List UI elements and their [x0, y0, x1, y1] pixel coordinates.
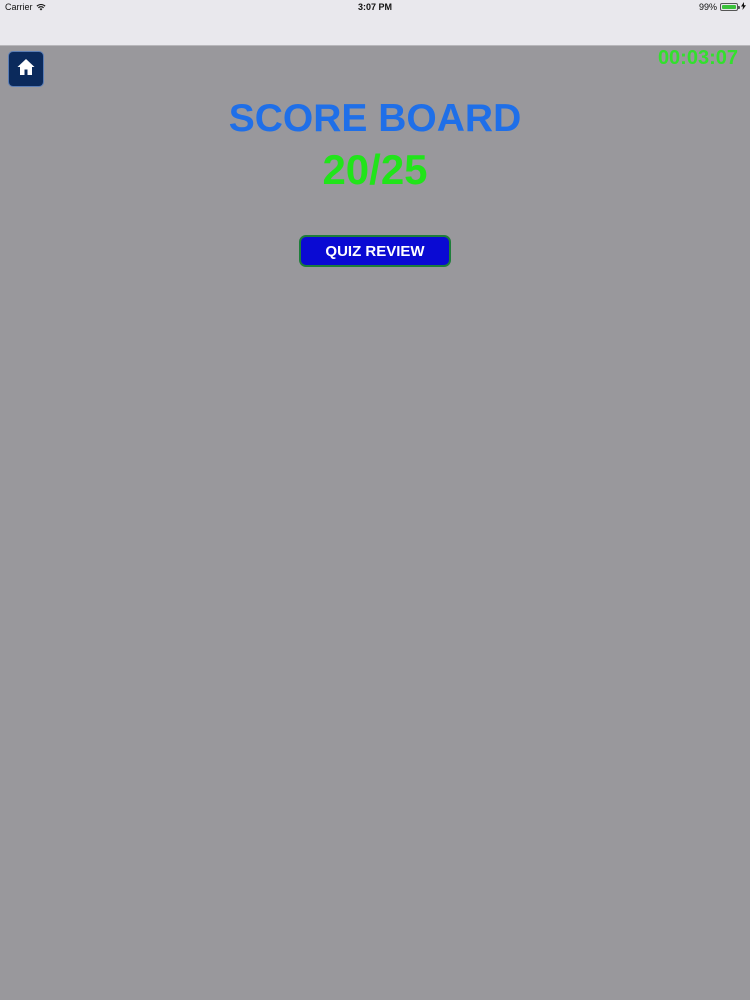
score-value: 20/25 — [322, 146, 428, 193]
status-bar: Carrier 3:07 PM 99% — [0, 0, 750, 46]
home-button[interactable] — [8, 51, 44, 87]
battery-percent: 99% — [698, 2, 717, 12]
page-title: SCORE BOARD — [228, 97, 522, 140]
status-time: 3:07 PM — [357, 2, 392, 12]
battery-icon — [720, 3, 740, 11]
charging-bolt-icon — [741, 2, 746, 12]
quiz-timer: 00:03:07 — [657, 47, 738, 69]
battery-status: 99% — [699, 2, 746, 12]
home-icon — [16, 57, 36, 82]
quiz-review-button[interactable]: QUIZ REVIEW — [299, 235, 451, 267]
quiz-review-label: QUIZ REVIEW — [325, 242, 425, 260]
